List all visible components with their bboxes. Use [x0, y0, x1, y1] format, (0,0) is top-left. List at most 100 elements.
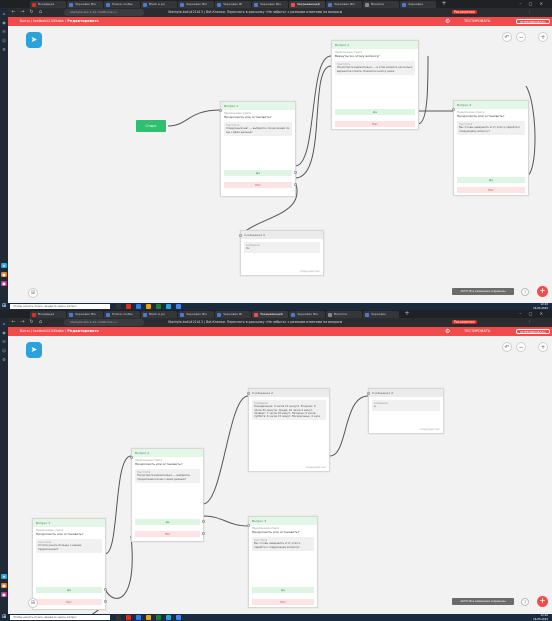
answer-no[interactable]: Нет — [224, 182, 292, 188]
gear-icon[interactable]: ⚙ — [445, 327, 450, 336]
explorer-icon[interactable] — [146, 304, 151, 309]
answer-yes[interactable]: Да — [36, 587, 102, 593]
input-port[interactable] — [219, 109, 222, 112]
message-node[interactable]: Сообщение 9 Сообщение Ок Следующий шаг — [239, 230, 324, 276]
zoom-out-button[interactable]: − — [516, 342, 526, 352]
menu-icon[interactable]: ⋮ — [528, 319, 531, 326]
browser-tab[interactable]: Новое сообщ — [104, 1, 140, 8]
excel-icon[interactable] — [156, 615, 161, 620]
reload-icon[interactable]: ↻ — [28, 319, 35, 326]
new-tab-button[interactable]: + — [440, 1, 448, 8]
back-icon[interactable]: ← — [10, 9, 17, 16]
excel-icon[interactable] — [156, 304, 161, 309]
question-node[interactable]: Вопрос 1 Предложение ответа Продолжить и… — [219, 101, 297, 197]
minimap-button[interactable]: ⊞ — [28, 288, 38, 298]
question-node[interactable]: Вопрос 1 Предложение ответа Продолжить и… — [32, 518, 107, 610]
output-port[interactable] — [294, 171, 297, 174]
crumb-bot[interactable]: testbot12345abc — [33, 19, 64, 23]
rail-home-icon[interactable]: ⌂ — [1, 321, 7, 326]
crumb-bots[interactable]: Боты — [20, 19, 30, 23]
browser-tab[interactable]: Черновик Blu — [67, 311, 103, 318]
start-node[interactable]: Старт — [136, 120, 166, 132]
next-step-link[interactable]: Следующий шаг — [300, 270, 320, 273]
message-node[interactable]: Сообщение 3 Сообщение А Следующий шаг — [367, 388, 444, 434]
output-port[interactable] — [294, 183, 297, 186]
home-icon[interactable]: ⌂ — [37, 9, 44, 16]
task-view-icon[interactable] — [116, 615, 121, 620]
browser-tab[interactable]: Черновик Blu — [178, 311, 214, 318]
answer-yes[interactable]: Да — [252, 587, 314, 593]
window-controls[interactable]: – ▢ ✕ — [516, 310, 546, 318]
gear-icon[interactable]: ⚙ — [445, 17, 450, 26]
browser-tab[interactable]: Черновик Blu — [178, 1, 214, 8]
forward-icon[interactable]: → — [19, 319, 26, 326]
add-node-button[interactable]: + — [537, 286, 548, 297]
answer-yes[interactable]: Да — [457, 177, 525, 183]
publish-button[interactable]: ОПУБЛИКОВАТЬ — [516, 19, 550, 24]
rail-users-icon[interactable]: ☺ — [1, 38, 7, 43]
rail-settings-icon[interactable]: ⚙ — [1, 357, 7, 362]
crumb-bot[interactable]: testbot12345abc — [33, 329, 64, 333]
rail-vk-icon[interactable]: ● — [1, 272, 7, 277]
menu-icon[interactable]: ⋮ — [528, 9, 531, 16]
edge-icon[interactable] — [136, 304, 141, 309]
browser-tab-active[interactable]: Закрывающий — [289, 1, 325, 8]
minimap-button[interactable]: ⊞ — [28, 598, 38, 608]
browser-tab[interactable]: Черновик — [400, 1, 436, 8]
browser-tab[interactable]: Черновик Blu — [252, 1, 288, 8]
test-button[interactable]: ТЕСТИРОВАТЬ — [464, 327, 490, 336]
answer-no[interactable]: Нет — [252, 599, 314, 605]
windows-start-icon[interactable]: ⊞ — [2, 304, 7, 309]
input-port[interactable] — [130, 456, 133, 459]
rail-telegram-icon[interactable]: ➤ — [1, 574, 7, 579]
input-port[interactable] — [239, 234, 242, 237]
test-button[interactable]: ТЕСТИРОВАТЬ — [464, 17, 490, 26]
browser-tab[interactable]: Черновик Blu — [289, 311, 325, 318]
reload-icon[interactable]: ↻ — [28, 9, 35, 16]
browser-tab[interactable]: Новое сообщ — [104, 311, 140, 318]
chrome-icon[interactable] — [176, 304, 181, 309]
add-node-button[interactable]: + — [537, 596, 548, 607]
answer-no[interactable]: Нет — [335, 121, 415, 127]
telegram-channel-icon[interactable]: ➤ — [26, 32, 42, 48]
explorer-icon[interactable] — [146, 615, 151, 620]
zoom-out-button[interactable]: − — [516, 32, 526, 42]
question-node[interactable]: Вопрос 2 Предложение ответа Продолжить и… — [130, 448, 205, 542]
telegram-channel-icon[interactable]: ➤ — [26, 342, 42, 358]
rail-users-icon[interactable]: ☺ — [1, 348, 7, 353]
back-icon[interactable]: ← — [10, 319, 17, 326]
browser-tab[interactable]: Черновик Blu — [67, 1, 103, 8]
input-port[interactable] — [247, 392, 250, 395]
browser-tab[interactable]: Черновик — [363, 311, 399, 318]
answer-no[interactable]: Нет — [36, 599, 102, 605]
windows-start-icon[interactable]: ⊞ — [2, 615, 7, 620]
crumb-bots[interactable]: Боты — [20, 329, 30, 333]
telegram-icon[interactable] — [166, 304, 171, 309]
answer-yes[interactable]: Да — [135, 519, 200, 525]
window-controls[interactable]: – ▢ ✕ — [516, 0, 546, 8]
chrome-icon[interactable] — [176, 615, 181, 620]
publish-button[interactable]: ОПУБЛИКОВАТЬ — [516, 329, 550, 334]
input-port[interactable] — [367, 392, 370, 395]
rail-chat-icon[interactable]: ✉ — [1, 29, 7, 34]
rail-chat-icon[interactable]: ✉ — [1, 339, 7, 344]
browser-tab[interactable]: Черновик Bl — [215, 311, 251, 318]
rail-vk-icon[interactable]: ● — [1, 583, 7, 588]
rail-instagram-icon[interactable]: ● — [1, 281, 7, 286]
browser-tab[interactable]: Black в дл — [141, 311, 177, 318]
zoom-in-button[interactable]: + — [538, 342, 548, 352]
home-icon[interactable]: ⌂ — [37, 319, 44, 326]
zoom-in-button[interactable]: + — [538, 32, 548, 42]
input-port[interactable] — [247, 524, 250, 527]
next-step-link[interactable]: Следующий шаг — [306, 466, 326, 469]
rail-settings-icon[interactable]: ⚙ — [1, 47, 7, 52]
new-tab-button[interactable]: + — [403, 311, 411, 318]
rail-instagram-icon[interactable]: ● — [1, 592, 7, 597]
opera-icon[interactable] — [126, 615, 131, 620]
browser-tab[interactable]: Визитки — [326, 311, 362, 318]
browser-tab[interactable]: Визитки — [363, 1, 399, 8]
output-port[interactable] — [202, 532, 205, 535]
browser-tab[interactable]: Черновик Blu — [326, 1, 362, 8]
url-field[interactable]: starbyte-bot-1-21.chatforms.ru — [64, 319, 144, 326]
rail-telegram-icon[interactable]: ➤ — [1, 263, 7, 268]
